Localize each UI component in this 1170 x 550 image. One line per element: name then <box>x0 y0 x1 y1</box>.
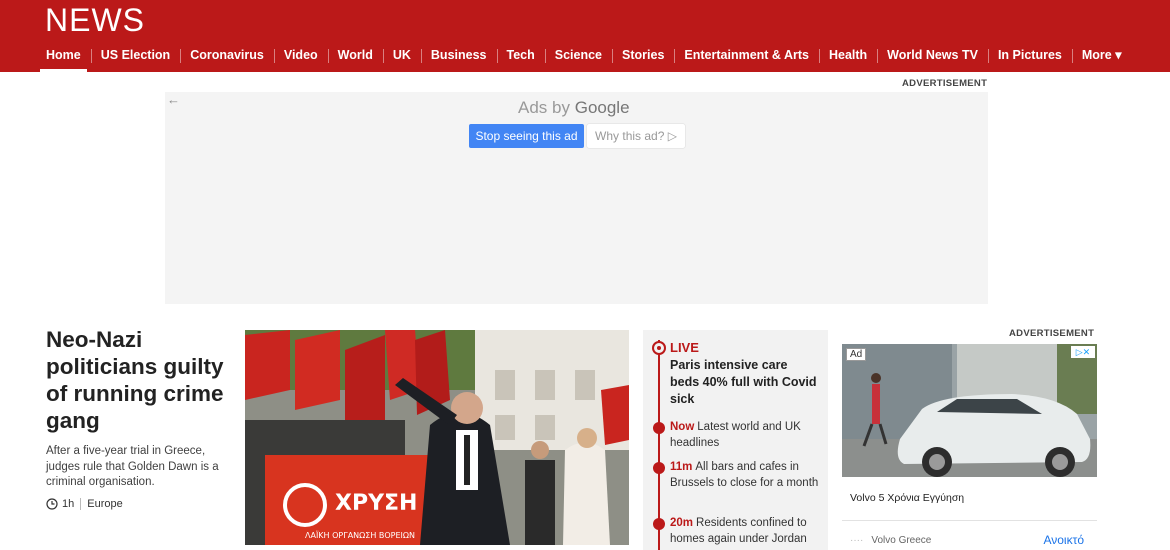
advertiser-dots-icon: ···· <box>850 535 864 546</box>
advertisement-label-side: ADVERTISEMENT <box>1009 328 1095 339</box>
news-logo[interactable]: NEWS <box>45 2 145 39</box>
story-meta: 1h Europe <box>46 498 123 510</box>
live-icon <box>652 341 666 355</box>
clock-icon <box>46 498 58 510</box>
story-photo[interactable]: ΧΡΥΣΗ ΑΥ ΛΑΪΚΗ ΟΡΓΑΝΩΣΗ ΒΟΡΕΙΩΝ <box>245 330 629 545</box>
nav-video[interactable]: Video <box>273 42 328 72</box>
nav-us-election[interactable]: US Election <box>90 42 180 72</box>
story-time: 1h <box>62 498 75 510</box>
meta-divider <box>80 498 82 510</box>
side-ad-open-button[interactable]: Ανοικτό <box>1043 533 1084 547</box>
nav-more-dropdown[interactable]: More ▾ <box>1071 42 1132 72</box>
live-title[interactable]: Paris intensive care beds 40% full with … <box>670 357 820 408</box>
timeline-dot <box>653 462 665 474</box>
timeline-dot <box>653 518 665 530</box>
nav-entertainment-arts[interactable]: Entertainment & Arts <box>674 42 819 72</box>
story-summary: After a five-year trial in Greece, judge… <box>46 445 219 488</box>
car-ad-image[interactable]: Ad ▷✕ <box>842 344 1097 477</box>
side-ad[interactable]: Ad ▷✕ Volvo 5 Χρόνια Εγγύηση ···· Volvo G… <box>842 344 1097 550</box>
ad-badge: Ad <box>846 348 867 361</box>
main-nav: Home US Election Coronavirus Video World… <box>36 42 1131 72</box>
live-entry-time: 11m <box>670 461 693 473</box>
ads-by-google: Ads by Google <box>518 98 630 118</box>
timeline-dot <box>653 422 665 434</box>
nav-coronavirus[interactable]: Coronavirus <box>180 42 274 72</box>
nav-uk[interactable]: UK <box>382 42 421 72</box>
live-entry[interactable]: 20m Residents confined to homes again und… <box>670 516 820 547</box>
ads-by-text: Ads by <box>518 98 570 117</box>
nav-science[interactable]: Science <box>544 42 612 72</box>
nav-in-pictures[interactable]: In Pictures <box>987 42 1072 72</box>
nav-home[interactable]: Home <box>36 42 91 72</box>
side-ad-caption[interactable]: Volvo 5 Χρόνια Εγγύηση <box>842 477 1097 521</box>
live-tag: LIVE <box>670 340 699 355</box>
google-wordmark: Google <box>574 98 630 117</box>
nav-tech[interactable]: Tech <box>496 42 545 72</box>
stop-seeing-ad-button[interactable]: Stop seeing this ad <box>469 124 584 148</box>
nav-business[interactable]: Business <box>420 42 497 72</box>
why-this-ad-button[interactable]: Why this ad? ▷ <box>587 124 685 148</box>
story-headline[interactable]: Neo-Nazi politicians guilty of running c… <box>46 326 236 434</box>
rally-photo-illustration: ΧΡΥΣΗ ΑΥ ΛΑΪΚΗ ΟΡΓΑΝΩΣΗ ΒΟΡΕΙΩΝ <box>245 330 629 545</box>
car-illustration <box>842 344 1097 477</box>
live-updates-panel[interactable]: LIVE Paris intensive care beds 40% full … <box>643 330 828 550</box>
nav-stories[interactable]: Stories <box>612 42 674 72</box>
nav-world-news-tv[interactable]: World News TV <box>877 42 988 72</box>
site-header: NEWS Home US Election Coronavirus Video … <box>0 0 1170 72</box>
story-section-link[interactable]: Europe <box>87 498 122 510</box>
banner-subtext: ΛΑΪΚΗ ΟΡΓΑΝΩΣΗ ΒΟΡΕΙΩΝ <box>305 530 415 540</box>
nav-world[interactable]: World <box>327 42 383 72</box>
live-entry[interactable]: 11m All bars and cafes in Brussels to clo… <box>670 460 820 491</box>
live-entry-time: 20m <box>670 517 694 529</box>
advertiser-name: Volvo Greece <box>871 535 932 546</box>
live-entry-time: Now <box>670 421 695 433</box>
side-ad-advertiser: ···· Volvo Greece <box>850 535 931 546</box>
live-entry[interactable]: Now Latest world and UK headlines <box>670 420 820 451</box>
arrow-left-icon[interactable]: ← <box>167 92 180 107</box>
nav-health[interactable]: Health <box>818 42 877 72</box>
side-ad-footer: ···· Volvo Greece Ανοικτό <box>842 528 1097 550</box>
advertisement-label: ADVERTISEMENT <box>902 78 988 89</box>
top-ad-box: ← Ads by Google Stop seeing this ad Why … <box>165 92 988 304</box>
adchoices-icon[interactable]: ▷✕ <box>1071 346 1095 358</box>
live-entry-text: All bars and cafes in Brussels to close … <box>670 461 819 489</box>
